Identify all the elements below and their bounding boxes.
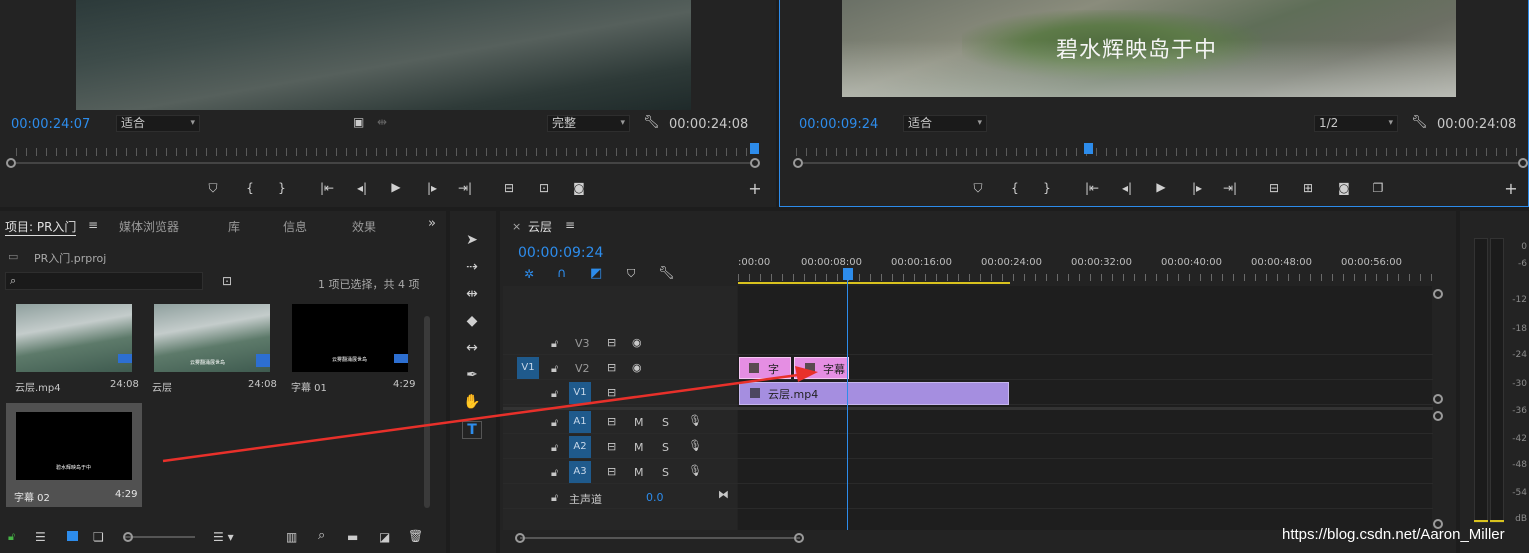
annotation-arrow	[162, 366, 818, 463]
watermark: https://blog.csdn.net/Aaron_Miller	[1282, 526, 1505, 543]
